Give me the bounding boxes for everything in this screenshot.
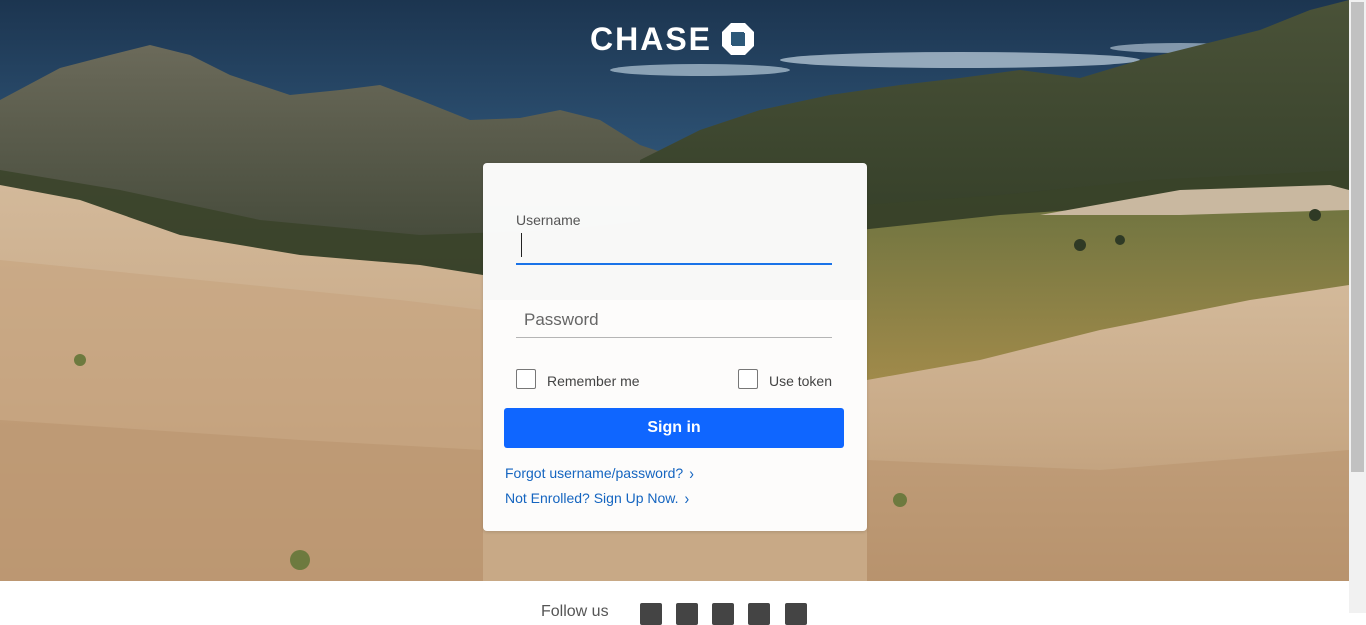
remember-me-checkbox[interactable]: Remember me [516, 369, 640, 389]
chevron-right-icon: › [689, 463, 694, 483]
logo-wordmark: CHASE [590, 21, 713, 57]
follow-us-text: Follow us [541, 603, 609, 620]
options-row: Remember me Use token [516, 369, 832, 391]
chase-octagon-icon [722, 23, 755, 55]
password-field[interactable] [516, 303, 840, 339]
username-field[interactable]: Username [516, 212, 832, 266]
enroll-link-text: Not Enrolled? Sign Up Now. [505, 490, 679, 506]
youtube-icon[interactable] [748, 603, 770, 625]
use-token-box[interactable] [737, 369, 758, 389]
username-input[interactable] [516, 234, 832, 262]
scrollbar-thumb[interactable] [1351, 2, 1364, 472]
username-underline [516, 263, 832, 265]
login-card: Username Remember me Use token Sign in F… [483, 163, 867, 531]
password-underline [516, 337, 832, 338]
linkedin-icon[interactable] [785, 603, 807, 625]
username-label: Username [516, 212, 581, 228]
forgot-link-text: Forgot username/password? [505, 465, 684, 481]
forgot-credentials-link[interactable]: Forgot username/password? › [505, 463, 694, 483]
page-scrollbar[interactable] [1349, 0, 1366, 613]
sign-in-button[interactable]: Sign in [504, 408, 844, 448]
facebook-icon[interactable] [640, 603, 662, 625]
password-input[interactable] [516, 307, 840, 333]
instagram-icon[interactable] [676, 603, 698, 625]
use-token-label: Use token [768, 372, 832, 389]
chevron-right-icon: › [684, 488, 690, 508]
twitter-icon[interactable] [712, 603, 734, 625]
enroll-link[interactable]: Not Enrolled? Sign Up Now. › [505, 488, 690, 508]
chase-logo[interactable]: CHASE [590, 21, 755, 57]
remember-me-label: Remember me [547, 372, 640, 389]
text-cursor [521, 233, 522, 257]
remember-me-box[interactable] [516, 369, 536, 389]
use-token-checkbox[interactable]: Use token [737, 369, 832, 389]
footer: Follow us [0, 581, 1349, 625]
